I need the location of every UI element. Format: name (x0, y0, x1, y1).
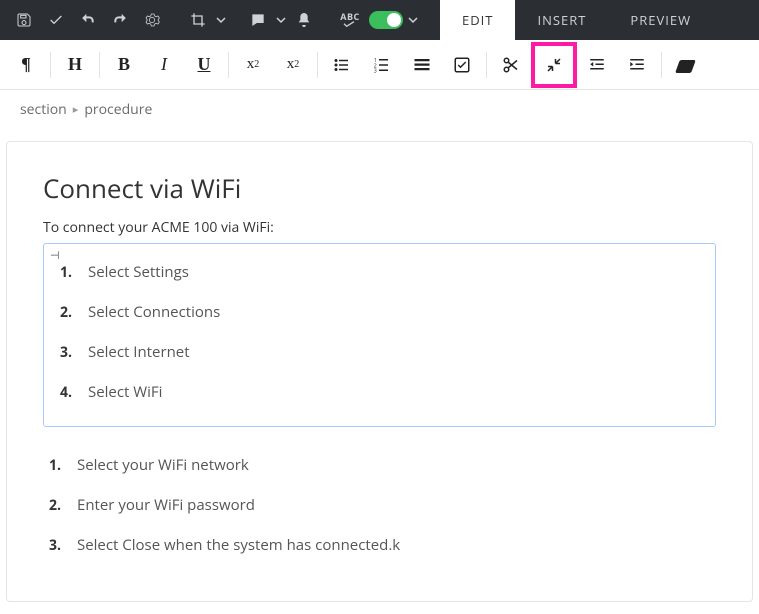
topbar: ABC EDIT INSERT PREVIEW (0, 0, 759, 40)
list-item[interactable]: 3.Select Internet (60, 332, 705, 372)
list-item[interactable]: 1.Select Settings (60, 252, 705, 292)
bold-button[interactable]: B (104, 45, 144, 85)
cursor-marker: ⊣ (50, 248, 60, 263)
crop-chevron-icon[interactable] (216, 6, 226, 34)
list-item[interactable]: 1.Select your WiFi network (49, 445, 716, 485)
definition-list-button[interactable] (402, 45, 442, 85)
comment-icon[interactable] (244, 6, 272, 34)
list-item[interactable]: 4.Select WiFi (60, 372, 705, 412)
comment-chevron-icon[interactable] (276, 6, 286, 34)
eraser-button[interactable] (666, 45, 706, 85)
tab-preview[interactable]: PREVIEW (608, 0, 713, 40)
superscript-button[interactable]: x2 (233, 45, 273, 85)
list-item[interactable]: 3.Select Close when the system has conne… (49, 525, 716, 565)
page-title[interactable]: Connect via WiFi (43, 170, 716, 206)
breadcrumb-procedure[interactable]: procedure (84, 100, 152, 119)
redo-icon[interactable] (106, 6, 134, 34)
toggle-chevron-icon[interactable] (408, 6, 418, 34)
collapse-button-highlight (531, 42, 577, 88)
spellcheck-icon[interactable]: ABC (336, 6, 364, 34)
selected-steps-box[interactable]: ⊣ 1.Select Settings 2.Select Connections… (43, 243, 716, 427)
tab-edit[interactable]: EDIT (440, 0, 515, 40)
indent-button[interactable] (617, 45, 657, 85)
scissors-button[interactable] (491, 45, 531, 85)
mode-tabs: EDIT INSERT PREVIEW (440, 0, 713, 40)
pilcrow-button[interactable]: ¶ (6, 45, 46, 85)
numbered-list-button[interactable]: 123 (362, 45, 402, 85)
crop-icon[interactable] (184, 6, 212, 34)
list-item[interactable]: 2.Enter your WiFi password (49, 485, 716, 525)
underline-button[interactable]: U (184, 45, 224, 85)
intro-text[interactable]: To connect your ACME 100 via WiFi: (43, 218, 716, 237)
checklist-button[interactable] (442, 45, 482, 85)
settings-icon[interactable] (138, 6, 166, 34)
list-item[interactable]: 2.Select Connections (60, 292, 705, 332)
breadcrumb-sep-icon: ▸ (73, 102, 79, 117)
bell-icon[interactable] (290, 6, 318, 34)
heading-button[interactable]: H (55, 45, 95, 85)
save-icon[interactable] (10, 6, 38, 34)
tab-insert[interactable]: INSERT (515, 0, 608, 40)
breadcrumb: section ▸ procedure (0, 90, 759, 129)
boxed-step-list: 1.Select Settings 2.Select Connections 3… (60, 252, 705, 412)
toggle-switch[interactable] (369, 11, 403, 29)
editor-page[interactable]: Connect via WiFi To connect your ACME 10… (6, 141, 753, 602)
subscript-button[interactable]: x2 (273, 45, 313, 85)
svg-text:3: 3 (374, 66, 377, 74)
italic-button[interactable]: I (144, 45, 184, 85)
step-list-2: 1.Select your WiFi network 2.Enter your … (49, 445, 716, 565)
collapse-button[interactable] (535, 46, 573, 84)
bullet-list-button[interactable] (322, 45, 362, 85)
breadcrumb-section[interactable]: section (20, 100, 67, 119)
check-icon[interactable] (42, 6, 70, 34)
outdent-button[interactable] (577, 45, 617, 85)
format-toolbar: ¶ H B I U x2 x2 123 (0, 40, 759, 90)
undo-icon[interactable] (74, 6, 102, 34)
